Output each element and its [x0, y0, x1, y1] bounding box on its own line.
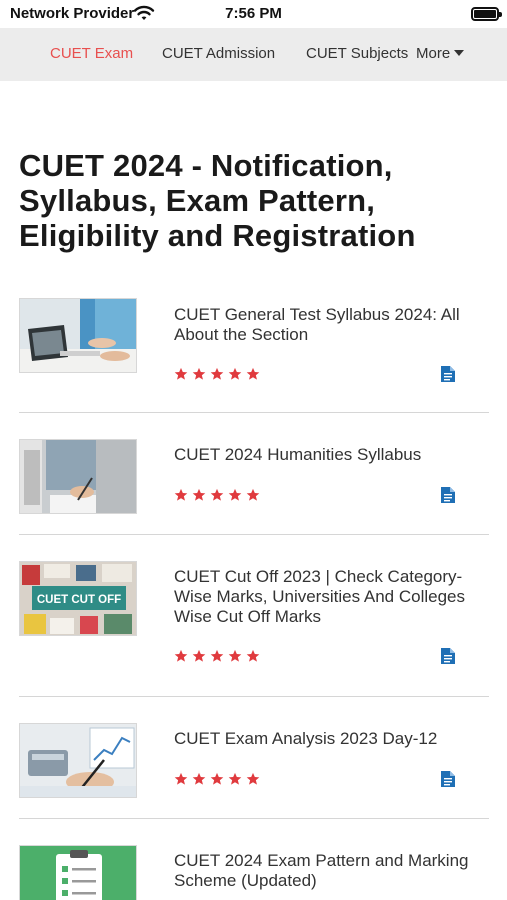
tab-cuet-admission[interactable]: CUET Admission — [162, 45, 275, 62]
star-icon — [192, 772, 206, 785]
star-icon — [174, 488, 188, 501]
document-icon[interactable] — [441, 366, 455, 382]
divider — [19, 412, 489, 413]
calculator-chart-photo-icon — [20, 724, 136, 797]
star-icon — [228, 772, 242, 785]
star-icon — [174, 367, 188, 380]
star-icon — [210, 488, 224, 501]
article-thumbnail[interactable] — [19, 723, 137, 798]
clipboard-checklist-illustration-icon — [20, 846, 136, 900]
laptop-study-photo-icon — [20, 299, 136, 372]
star-rating — [174, 649, 260, 665]
thumbnail-caption: CUET CUT OFF — [37, 594, 121, 606]
article-title[interactable]: CUET Exam Analysis 2023 Day-12 — [174, 729, 490, 749]
tab-cuet-subjects[interactable]: CUET Subjects — [306, 45, 408, 62]
star-icon — [210, 367, 224, 380]
divider — [19, 818, 489, 819]
more-label: More — [416, 45, 451, 62]
article-title[interactable]: CUET Cut Off 2023 | Check Category-Wise … — [174, 567, 490, 627]
star-icon — [246, 772, 260, 785]
tab-cuet-exam[interactable]: CUET Exam — [50, 45, 133, 62]
top-nav-tabs: CUET Exam CUET Admission CUET Subjects M… — [0, 28, 507, 81]
article-thumbnail[interactable]: CUET CUT OFF — [19, 561, 137, 636]
star-icon — [174, 772, 188, 785]
page-title: CUET 2024 - Notification, Syllabus, Exam… — [19, 148, 416, 253]
writing-desk-photo-icon — [20, 440, 136, 513]
article-title[interactable]: CUET 2024 Humanities Syllabus — [174, 445, 490, 465]
document-icon[interactable] — [441, 487, 455, 503]
divider — [19, 534, 489, 535]
clock-time: 7:56 PM — [225, 5, 282, 22]
star-rating — [174, 367, 260, 383]
document-icon[interactable] — [441, 771, 455, 787]
star-icon — [210, 772, 224, 785]
star-icon — [192, 367, 206, 380]
caret-down-icon — [454, 50, 465, 56]
article-title[interactable]: CUET General Test Syllabus 2024: All Abo… — [174, 305, 490, 345]
tab-more[interactable]: More — [416, 45, 465, 62]
star-icon — [246, 488, 260, 501]
star-icon — [192, 649, 206, 662]
article-thumbnail[interactable] — [19, 439, 137, 514]
article-thumbnail[interactable] — [19, 298, 137, 373]
star-icon — [246, 649, 260, 662]
star-icon — [228, 488, 242, 501]
status-bar: Network Provider 7:56 PM — [0, 0, 507, 28]
star-icon — [246, 367, 260, 380]
document-icon[interactable] — [441, 648, 455, 664]
star-rating — [174, 772, 260, 788]
star-icon — [174, 649, 188, 662]
battery-icon — [471, 7, 502, 21]
star-rating — [174, 488, 260, 504]
article-title[interactable]: CUET 2024 Exam Pattern and Marking Schem… — [174, 851, 490, 891]
divider — [19, 696, 489, 697]
article-thumbnail[interactable] — [19, 845, 137, 900]
cuet-cut-off-banner-icon: CUET CUT OFF — [20, 562, 136, 635]
star-icon — [210, 649, 224, 662]
star-icon — [228, 367, 242, 380]
star-icon — [192, 488, 206, 501]
star-icon — [228, 649, 242, 662]
